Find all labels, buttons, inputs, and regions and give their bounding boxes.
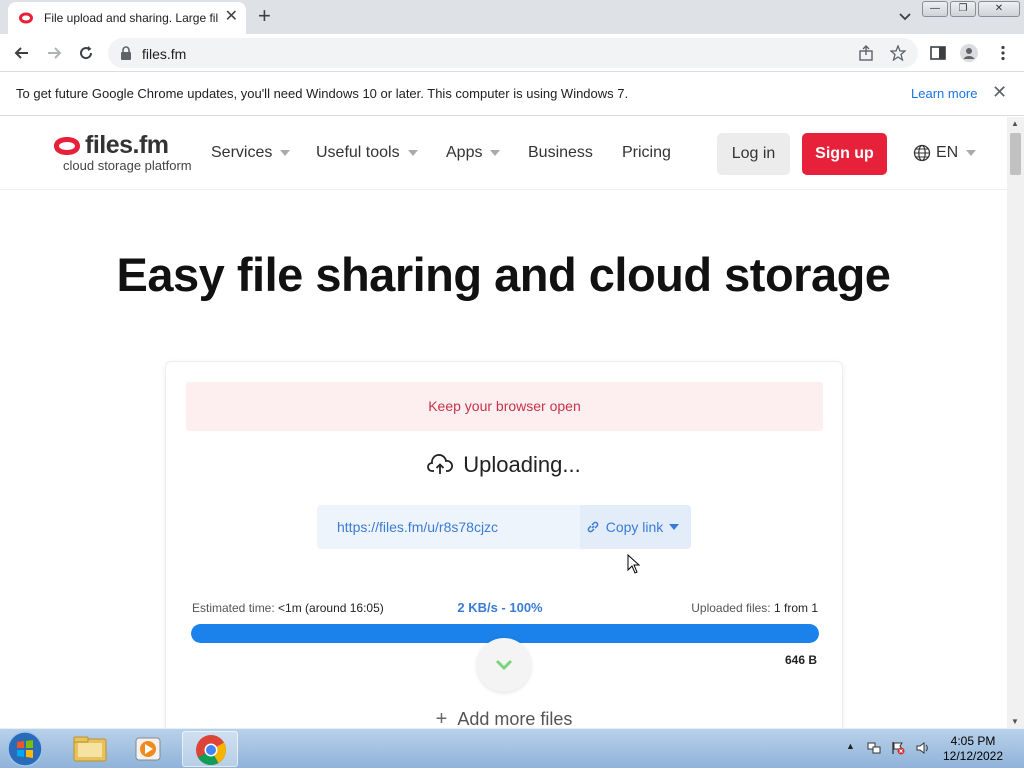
chevron-down-icon xyxy=(490,150,501,156)
nav-business-label: Business xyxy=(528,144,593,161)
tab-close-icon[interactable]: ✕ xyxy=(225,8,238,26)
taskbar-clock[interactable]: 4:05 PM 12/12/2022 xyxy=(928,734,1018,764)
nav-apps-label: Apps xyxy=(446,144,483,161)
globe-icon xyxy=(913,144,931,162)
login-button[interactable]: Log in xyxy=(717,133,790,175)
media-player-icon xyxy=(135,737,161,761)
scroll-up-icon[interactable]: ▲ xyxy=(1011,119,1019,128)
scroll-down-icon[interactable]: ▼ xyxy=(1011,717,1019,726)
copy-link-label: Copy link xyxy=(605,519,664,535)
uploaded-files-value: 1 from 1 xyxy=(773,601,818,615)
update-infobar: To get future Google Chrome updates, you… xyxy=(0,72,1024,116)
windows-taskbar: ▲ 4:05 PM 12/12/2022 xyxy=(0,728,1024,768)
windows-start-icon[interactable] xyxy=(4,730,46,768)
expand-details-button[interactable] xyxy=(477,638,531,692)
share-link-url[interactable]: https://files.fm/u/r8s78cjzc xyxy=(337,519,498,535)
url-text: files.fm xyxy=(142,46,187,62)
page-viewport: files.fm cloud storage platform Services… xyxy=(0,117,1024,728)
upload-stats: Estimated time: <1m (around 16:05) 2 KB/… xyxy=(192,600,818,617)
chrome-menu-icon[interactable] xyxy=(994,44,1012,62)
nav-useful-tools[interactable]: Useful tools xyxy=(316,144,418,162)
share-link-box: https://files.fm/u/r8s78cjzc Copy link xyxy=(317,505,691,549)
nav-services[interactable]: Services xyxy=(211,144,291,162)
lock-icon[interactable] xyxy=(120,46,132,60)
page-scrollbar[interactable]: ▲ ▼ xyxy=(1007,117,1024,728)
tray-expand-icon[interactable]: ▲ xyxy=(846,741,860,755)
logo-mark-icon xyxy=(54,137,80,155)
scroll-thumb[interactable] xyxy=(1010,133,1021,175)
back-arrow-icon[interactable] xyxy=(12,43,32,63)
tab-search-chevron-icon[interactable] xyxy=(897,8,913,24)
tab-strip: File upload and sharing. Large fil ✕ + —… xyxy=(0,0,1024,34)
action-center-flag-icon[interactable] xyxy=(891,741,905,755)
nav-useful-tools-label: Useful tools xyxy=(316,144,400,161)
hero-title: Easy file sharing and cloud storage xyxy=(116,248,891,301)
chevron-down-icon xyxy=(966,150,977,156)
profile-avatar-icon[interactable] xyxy=(960,44,978,62)
volume-icon[interactable] xyxy=(915,741,929,755)
folder-icon xyxy=(73,736,107,762)
reload-icon[interactable] xyxy=(76,43,96,63)
add-more-files-button[interactable]: + Add more files xyxy=(166,708,842,728)
share-icon[interactable] xyxy=(858,45,874,61)
tab-title: File upload and sharing. Large fil xyxy=(44,11,219,25)
files-fm-logo[interactable]: files.fm cloud storage platform xyxy=(52,131,192,175)
infobar-message: To get future Google Chrome updates, you… xyxy=(16,86,629,101)
address-bar[interactable]: files.fm xyxy=(108,38,918,68)
logo-tagline: cloud storage platform xyxy=(63,158,192,173)
chevron-down-icon xyxy=(407,150,418,156)
nav-pricing-label: Pricing xyxy=(622,144,671,161)
files-fm-favicon-icon xyxy=(19,12,33,24)
chevron-down-icon xyxy=(495,659,513,671)
new-tab-icon[interactable]: + xyxy=(258,5,271,27)
chevron-down-icon xyxy=(280,150,291,156)
signup-button[interactable]: Sign up xyxy=(802,133,887,175)
minimize-icon[interactable]: — xyxy=(922,1,948,17)
infobar-close-icon[interactable]: ✕ xyxy=(992,82,1007,102)
upload-status: Uploading... xyxy=(166,452,842,478)
cloud-upload-icon xyxy=(427,454,454,474)
uploaded-files-label: Uploaded files: xyxy=(691,601,771,615)
nav-services-label: Services xyxy=(211,144,273,161)
taskbar-media-player[interactable] xyxy=(121,731,177,767)
language-label: EN xyxy=(936,144,959,161)
forward-arrow-icon[interactable] xyxy=(44,43,64,63)
restore-icon[interactable]: ❐ xyxy=(950,1,976,17)
keep-browser-open-notice: Keep your browser open xyxy=(186,382,823,431)
chrome-icon xyxy=(196,735,227,766)
copy-link-button[interactable]: Copy link xyxy=(580,505,691,549)
clock-time: 4:05 PM xyxy=(950,734,996,748)
link-icon xyxy=(587,521,599,533)
browser-tab[interactable]: File upload and sharing. Large fil ✕ xyxy=(8,2,246,34)
add-more-files-label: Add more files xyxy=(457,709,573,728)
network-icon[interactable] xyxy=(867,741,881,755)
logo-text: files.fm xyxy=(85,131,169,159)
clock-date: 12/12/2022 xyxy=(942,749,1004,763)
file-size: 646 B xyxy=(784,653,817,667)
upload-status-text: Uploading... xyxy=(463,452,581,477)
nav-business[interactable]: Business xyxy=(528,144,593,162)
bookmark-star-icon[interactable] xyxy=(890,45,906,61)
uploaded-files: Uploaded files: 1 from 1 xyxy=(691,601,818,615)
plus-icon: + xyxy=(435,708,448,728)
upload-card: Keep your browser open Uploading... http… xyxy=(165,361,843,728)
chevron-down-icon xyxy=(669,524,680,530)
learn-more-link[interactable]: Learn more xyxy=(911,86,977,101)
side-panel-icon[interactable] xyxy=(929,44,947,62)
site-header: files.fm cloud storage platform Services… xyxy=(0,117,1007,190)
language-selector[interactable]: EN xyxy=(913,144,977,162)
taskbar-chrome[interactable] xyxy=(182,731,238,767)
mouse-cursor-icon xyxy=(627,554,641,574)
nav-apps[interactable]: Apps xyxy=(446,144,501,162)
window-controls: — ❐ ✕ xyxy=(920,1,1020,17)
nav-pricing[interactable]: Pricing xyxy=(622,144,671,162)
browser-toolbar: files.fm xyxy=(0,34,1024,72)
window-close-icon[interactable]: ✕ xyxy=(978,1,1020,17)
taskbar-explorer[interactable] xyxy=(62,731,118,767)
